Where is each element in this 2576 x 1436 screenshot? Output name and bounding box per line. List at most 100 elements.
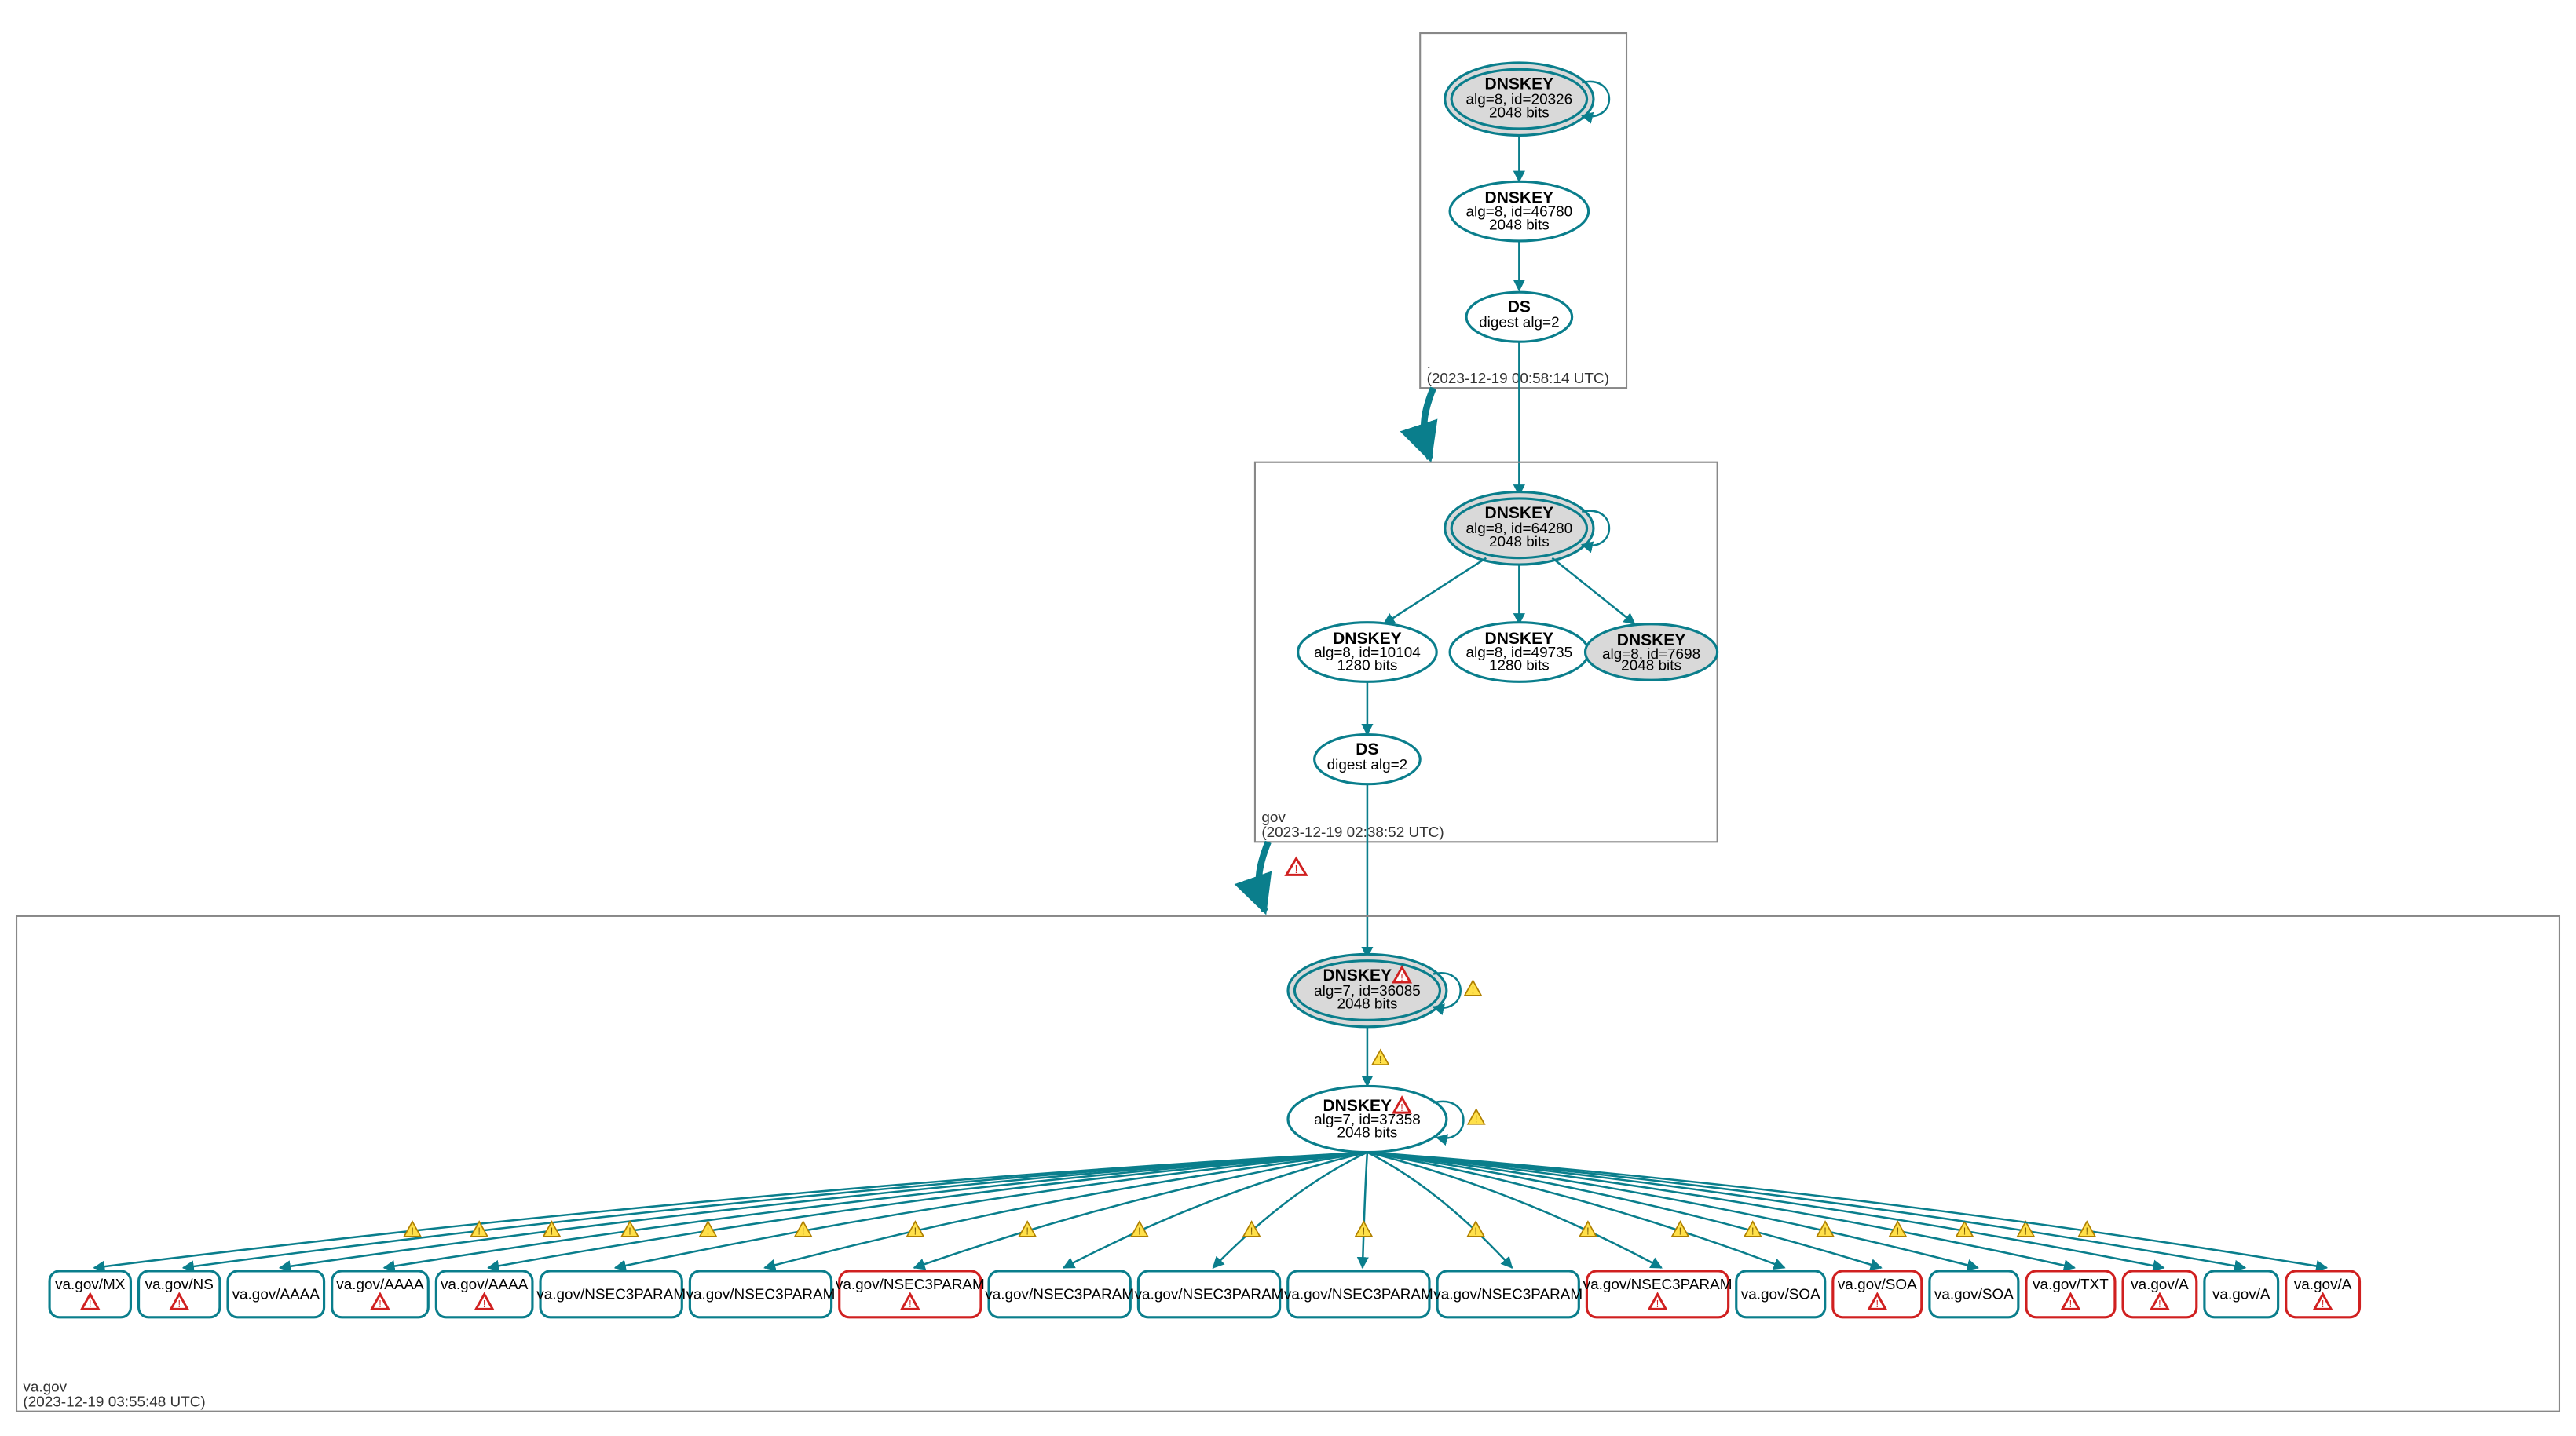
leaf-label: va.gov/A bbox=[2294, 1277, 2352, 1293]
svg-text:!: ! bbox=[1963, 1226, 1967, 1237]
svg-text:!: ! bbox=[1250, 1226, 1253, 1237]
svg-text:1280 bits: 1280 bits bbox=[1489, 658, 1550, 674]
edge-gov-to-va-zone bbox=[1259, 842, 1268, 911]
svg-text:2048 bits: 2048 bits bbox=[1489, 534, 1550, 550]
zone-va-ts: (2023-12-19 03:55:48 UTC) bbox=[23, 1394, 205, 1410]
svg-text:!: ! bbox=[1475, 1114, 1478, 1125]
edge-govksk-zsk1 bbox=[1384, 558, 1486, 624]
svg-text:!: ! bbox=[1363, 1226, 1366, 1237]
svg-text:digest alg=2: digest alg=2 bbox=[1479, 314, 1560, 331]
svg-text:!: ! bbox=[551, 1226, 554, 1237]
leaf-label: va.gov/AAAA bbox=[441, 1277, 529, 1293]
node-va-zsk[interactable]: DNSKEY alg=7, id=37358 2048 bits ! bbox=[1288, 1086, 1447, 1152]
svg-text:!: ! bbox=[1138, 1226, 1141, 1237]
zone-gov-ts: (2023-12-19 02:38:52 UTC) bbox=[1261, 824, 1444, 841]
svg-text:!: ! bbox=[707, 1226, 710, 1237]
edge-vazsk-leaf bbox=[1367, 1153, 1881, 1268]
svg-text:!: ! bbox=[2158, 1299, 2161, 1310]
leaf-label: va.gov/SOA bbox=[1741, 1287, 1820, 1303]
leaf-row: ! va.gov/MX!! va.gov/NS!! va.gov/AAAA! va.go… bbox=[49, 1153, 2359, 1317]
svg-text:!: ! bbox=[2025, 1226, 2028, 1237]
svg-text:!: ! bbox=[89, 1299, 92, 1310]
svg-text:!: ! bbox=[628, 1226, 631, 1237]
zone-va-label: va.gov bbox=[23, 1379, 67, 1395]
node-root-zsk[interactable]: DNSKEY alg=8, id=46780 2048 bits bbox=[1450, 181, 1589, 241]
warning-icon-edge: ! bbox=[1243, 1222, 1260, 1237]
leaf-label: va.gov/TXT bbox=[2033, 1277, 2109, 1293]
leaf-label: va.gov/AAAA bbox=[232, 1287, 320, 1303]
svg-text:2048 bits: 2048 bits bbox=[1621, 658, 1681, 674]
leaf-label: va.gov/SOA bbox=[1838, 1277, 1917, 1293]
leaf-label: va.gov/NS bbox=[145, 1277, 214, 1293]
svg-text:!: ! bbox=[1897, 1226, 1900, 1237]
svg-text:2048 bits: 2048 bits bbox=[1337, 1125, 1398, 1142]
zone-root-ts: (2023-12-19 00:58:14 UTC) bbox=[1427, 371, 1609, 387]
warning-icon-edge: ! bbox=[1356, 1222, 1372, 1237]
node-gov-ksk[interactable]: DNSKEY alg=8, id=64280 2048 bits bbox=[1445, 492, 1594, 565]
leaf-label: va.gov/SOA bbox=[1934, 1287, 2014, 1303]
svg-text:1280 bits: 1280 bits bbox=[1337, 658, 1398, 674]
edge-vazsk-leaf bbox=[384, 1153, 1367, 1268]
leaf-label: va.gov/NSEC3PARAM bbox=[1583, 1277, 1733, 1293]
svg-text:!: ! bbox=[2085, 1226, 2088, 1237]
svg-text:!: ! bbox=[1400, 972, 1403, 983]
leaf-label: va.gov/NSEC3PARAM bbox=[1433, 1287, 1583, 1303]
node-root-ds[interactable]: DS digest alg=2 bbox=[1466, 292, 1572, 342]
svg-text:!: ! bbox=[914, 1226, 917, 1237]
svg-text:!: ! bbox=[1586, 1226, 1590, 1237]
warning-icon-va-ksk-self: ! bbox=[1465, 981, 1481, 996]
svg-text:digest alg=2: digest alg=2 bbox=[1327, 757, 1408, 773]
svg-text:!: ! bbox=[177, 1299, 181, 1310]
svg-text:DNSKEY: DNSKEY bbox=[1485, 504, 1554, 522]
edge-root-to-gov-zone bbox=[1424, 388, 1433, 459]
warning-icon-va-zsk-self: ! bbox=[1468, 1109, 1484, 1125]
svg-text:!: ! bbox=[1679, 1226, 1682, 1237]
edge-vazsk-leaf bbox=[1363, 1153, 1367, 1268]
svg-text:!: ! bbox=[1026, 1226, 1029, 1237]
leaf-label: va.gov/A bbox=[2131, 1277, 2189, 1293]
leaf-label: va.gov/NSEC3PARAM bbox=[686, 1287, 836, 1303]
svg-text:!: ! bbox=[1656, 1299, 1659, 1310]
dnssec-graph: . (2023-12-19 00:58:14 UTC) DNSKEY alg=8… bbox=[0, 0, 2576, 1436]
leaf-label: va.gov/A bbox=[2212, 1287, 2270, 1303]
zone-root-label: . bbox=[1427, 356, 1431, 372]
svg-text:2048 bits: 2048 bits bbox=[1489, 217, 1550, 233]
svg-text:!: ! bbox=[483, 1299, 486, 1310]
node-va-ksk[interactable]: DNSKEY alg=7, id=36085 2048 bits ! bbox=[1288, 954, 1447, 1027]
node-root-ksk[interactable]: DNSKEY alg=8, id=20326 2048 bits bbox=[1445, 63, 1594, 136]
svg-text:!: ! bbox=[1751, 1226, 1755, 1237]
leaf-label: va.gov/NSEC3PARAM bbox=[1135, 1287, 1284, 1303]
leaf-label: va.gov/MX bbox=[55, 1277, 126, 1293]
svg-text:!: ! bbox=[478, 1226, 481, 1237]
svg-text:!: ! bbox=[379, 1299, 382, 1310]
zone-gov-label: gov bbox=[1261, 809, 1286, 826]
svg-text:!: ! bbox=[411, 1226, 414, 1237]
svg-text:!: ! bbox=[1294, 864, 1297, 876]
leaf-label: va.gov/AAAA bbox=[336, 1277, 424, 1293]
svg-text:!: ! bbox=[2322, 1299, 2325, 1310]
node-gov-ksk2[interactable]: DNSKEY alg=8, id=7698 2048 bits bbox=[1585, 624, 1717, 680]
svg-text:!: ! bbox=[2069, 1299, 2073, 1310]
leaf-label: va.gov/NSEC3PARAM bbox=[536, 1287, 686, 1303]
svg-text:DS: DS bbox=[1508, 298, 1531, 316]
svg-text:2048 bits: 2048 bits bbox=[1337, 996, 1398, 1013]
edge-vazsk-leaf bbox=[1367, 1153, 2164, 1268]
node-gov-ds[interactable]: DS digest alg=2 bbox=[1315, 735, 1421, 784]
node-gov-zsk1[interactable]: DNSKEY alg=8, id=10104 1280 bits bbox=[1298, 623, 1437, 682]
svg-text:DNSKEY: DNSKEY bbox=[1485, 75, 1554, 93]
svg-text:!: ! bbox=[1824, 1226, 1827, 1237]
svg-text:!: ! bbox=[802, 1226, 805, 1237]
edge-govksk-ksk2 bbox=[1552, 558, 1634, 624]
svg-text:DNSKEY: DNSKEY bbox=[1323, 966, 1392, 985]
svg-text:2048 bits: 2048 bits bbox=[1489, 104, 1550, 121]
svg-text:!: ! bbox=[909, 1299, 912, 1310]
leaf-label: va.gov/NSEC3PARAM bbox=[1284, 1287, 1433, 1303]
svg-text:DS: DS bbox=[1356, 740, 1378, 758]
warning-icon-edge: ! bbox=[1468, 1222, 1484, 1237]
leaf-label: va.gov/NSEC3PARAM bbox=[836, 1277, 985, 1293]
svg-text:!: ! bbox=[1876, 1299, 1879, 1310]
svg-text:!: ! bbox=[1472, 985, 1475, 996]
node-gov-zsk2[interactable]: DNSKEY alg=8, id=49735 1280 bits bbox=[1450, 623, 1589, 682]
svg-text:!: ! bbox=[1400, 1102, 1403, 1113]
leaf-label: va.gov/NSEC3PARAM bbox=[985, 1287, 1134, 1303]
